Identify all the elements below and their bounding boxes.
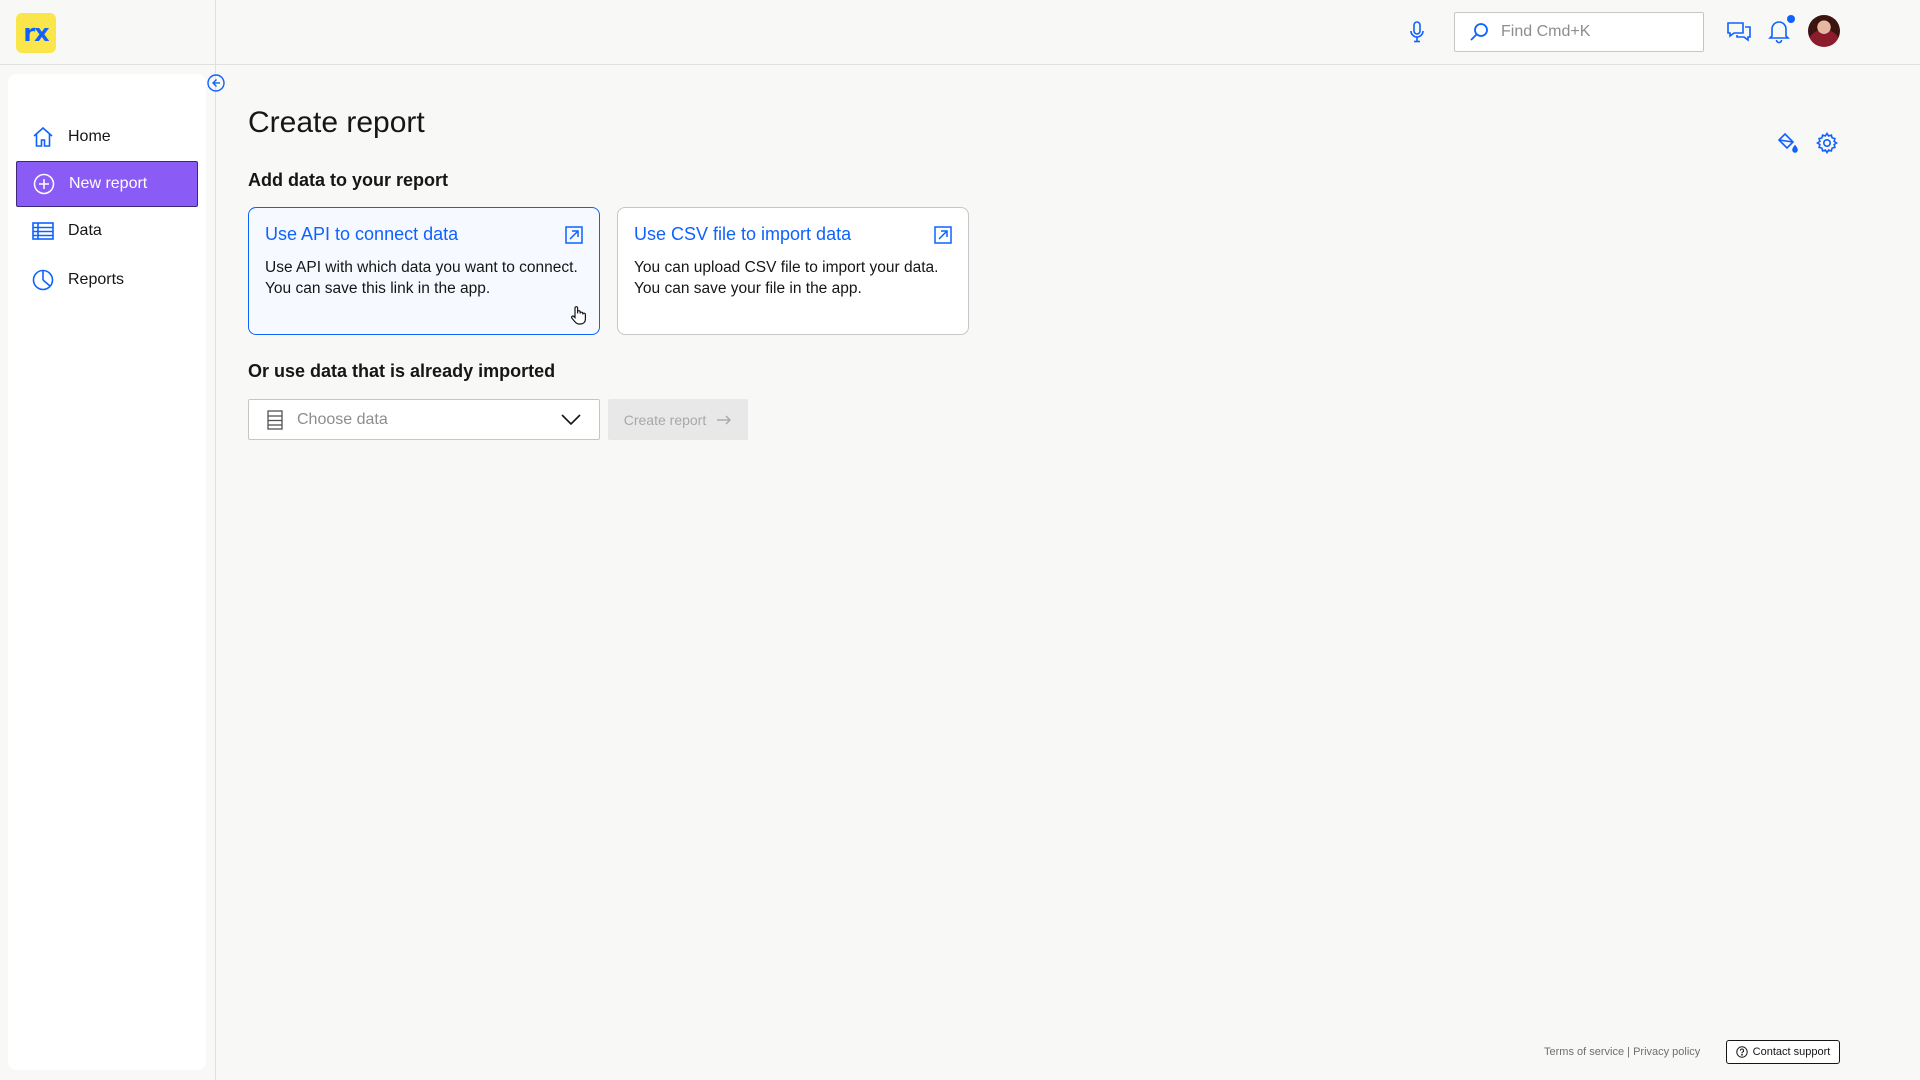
home-icon — [32, 126, 54, 148]
table-icon — [32, 220, 54, 242]
user-avatar[interactable] — [1808, 15, 1840, 47]
page-title: Create report — [248, 106, 425, 139]
card-title: Use CSV file to import data — [634, 224, 852, 244]
csv-import-card[interactable]: Use CSV file to import data You can uplo… — [617, 207, 969, 335]
sidebar-item-data[interactable]: Data — [16, 208, 198, 254]
hand-cursor-icon — [569, 305, 587, 325]
notification-dot — [1787, 15, 1795, 23]
privacy-policy-link[interactable]: Privacy policy — [1633, 1046, 1700, 1058]
microphone-icon[interactable] — [1405, 18, 1429, 46]
collapse-sidebar-icon[interactable] — [207, 74, 225, 92]
sidebar-item-label: New report — [69, 175, 148, 192]
create-report-button[interactable]: Create report — [608, 399, 748, 440]
section-title-existing-data: Or use data that is already imported — [248, 361, 556, 381]
create-report-label: Create report — [623, 411, 707, 428]
search-icon — [1470, 23, 1488, 41]
card-description: You can upload CSV file to import your d… — [634, 259, 939, 297]
contact-support-button[interactable]: Contact support — [1726, 1040, 1840, 1064]
sidebar-item-home[interactable]: Home — [16, 114, 198, 160]
contact-support-label: Contact support — [1752, 1046, 1831, 1058]
search-box[interactable] — [1454, 12, 1704, 52]
settings-gear-icon[interactable] — [1816, 132, 1838, 154]
external-link-icon — [934, 226, 952, 244]
card-description: Use API with which data you want to conn… — [265, 259, 578, 297]
sidebar-item-new-report[interactable]: New report — [16, 161, 198, 207]
sidebar-item-label: Reports — [68, 271, 125, 288]
terms-of-service-link[interactable]: Terms of service — [1544, 1046, 1624, 1058]
footer-separator: | — [1627, 1046, 1630, 1058]
search-input[interactable] — [1501, 23, 1691, 41]
sidebar-item-label: Home — [68, 128, 111, 145]
footer-links: Terms of service | Privacy policy — [1544, 1046, 1700, 1058]
add-circle-icon — [33, 173, 55, 195]
card-title: Use API to connect data — [265, 224, 459, 244]
sidebar-item-label: Data — [68, 222, 102, 239]
chat-icon[interactable] — [1726, 20, 1752, 46]
top-bar: rx — [0, 0, 1920, 65]
help-icon — [1735, 1046, 1748, 1058]
chevron-down-icon — [561, 413, 581, 425]
app-logo[interactable]: rx — [16, 13, 56, 53]
section-title-add-data: Add data to your report — [248, 170, 449, 190]
sidebar: Home New report Data Reports — [8, 74, 206, 1070]
pie-chart-icon — [32, 269, 54, 291]
paint-bucket-icon[interactable] — [1776, 132, 1798, 154]
dropdown-placeholder: Choose data — [297, 410, 388, 428]
data-table-icon — [267, 409, 283, 430]
api-connect-card[interactable]: Use API to connect data Use API with whi… — [248, 207, 600, 335]
arrow-right-icon — [717, 415, 732, 424]
sidebar-item-reports[interactable]: Reports — [16, 257, 198, 303]
external-link-icon — [565, 226, 583, 244]
sidebar-divider — [215, 0, 216, 1080]
choose-data-dropdown[interactable]: Choose data — [248, 399, 600, 440]
